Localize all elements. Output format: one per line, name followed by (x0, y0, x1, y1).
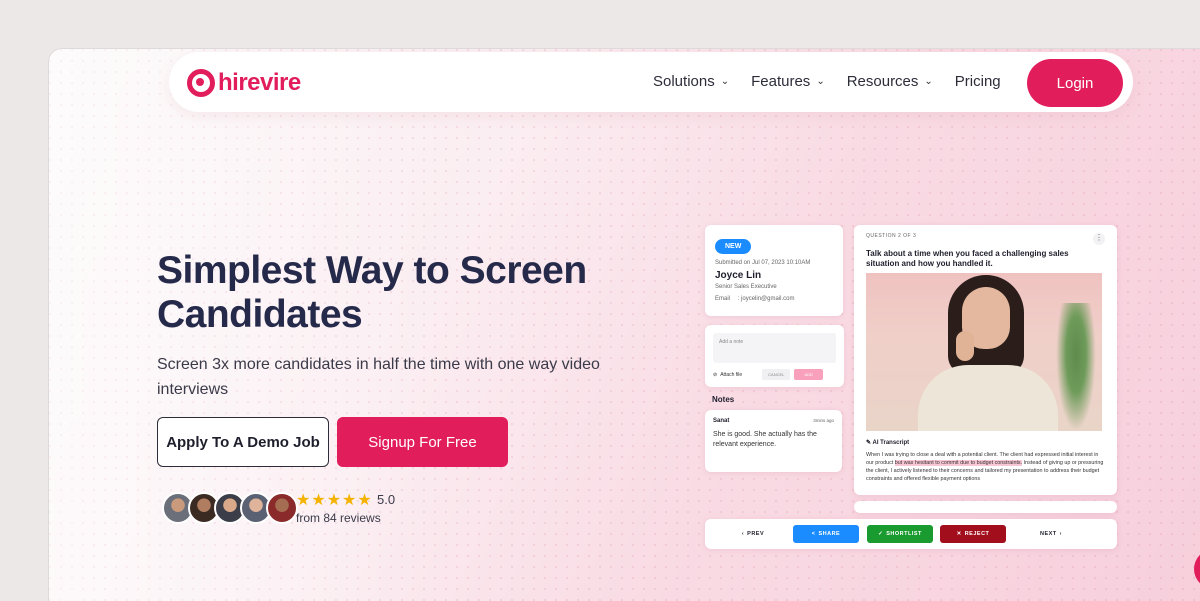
question-header: QUESTION 2 OF 3 ⋮ (866, 233, 1105, 245)
share-label: SHARE (818, 531, 841, 537)
note-text: She is good. She actually has the releva… (713, 431, 817, 448)
candidate-email: Email : joycelin@gmail.com (715, 296, 795, 302)
add-note-card: Add a note ⊘ Attach file CANCEL ADD (705, 325, 844, 387)
nav-menu: Solutions ⌄ Features ⌄ Resources ⌄ Prici… (653, 73, 1023, 90)
shortlist-button[interactable]: ✓ SHORTLIST (867, 525, 933, 543)
check-icon: ✓ (878, 531, 884, 537)
note-time: 3mins ago (813, 418, 834, 423)
nav-label: Features (751, 73, 811, 90)
nav-label: Resources (846, 73, 919, 90)
next-label: NEXT (1039, 531, 1057, 537)
chevron-right-icon: › (1059, 531, 1062, 537)
ai-transcript-text: When I was trying to close a deal with a… (866, 451, 1105, 483)
email-label: Email (715, 296, 731, 302)
submitted-date: Submitted on Jul 07, 2023 10:10AM (715, 260, 811, 266)
candidate-video[interactable] (866, 273, 1102, 431)
notes-heading: Notes (712, 395, 735, 404)
hero-subtext: Screen 3x more candidates in half the ti… (157, 356, 600, 398)
note-author: Sanat (713, 418, 730, 424)
review-count: from 84 reviews (296, 511, 381, 525)
question-text: Talk about a time when you faced a chall… (866, 249, 1069, 268)
chevron-left-icon: ‹ (741, 531, 745, 537)
new-badge: NEW (715, 239, 752, 254)
attach-file-link[interactable]: Attach file (720, 372, 742, 378)
hirevire-logo-icon (187, 69, 215, 97)
page-frame: hirevire Solutions ⌄ Features ⌄ Resource… (48, 48, 1200, 601)
avatar (266, 492, 298, 524)
magic-wand-icon: ✎ (866, 440, 872, 446)
hero-headline: Simplest Way to Screen Candidates (157, 249, 587, 336)
ai-transcript-label: AI Transcript (872, 440, 910, 446)
nav-item-solutions[interactable]: Solutions ⌄ (653, 73, 729, 90)
top-nav: hirevire Solutions ⌄ Features ⌄ Resource… (169, 52, 1133, 112)
ai-transcript-heading: ✎ AI Transcript (866, 439, 1105, 446)
video-plant (1056, 303, 1096, 431)
share-button[interactable]: < SHARE (793, 525, 859, 543)
chat-widget-button[interactable] (1194, 549, 1200, 589)
chevron-down-icon: ⌄ (816, 76, 825, 87)
video-person-body (918, 365, 1058, 431)
brand-name: hirevire (218, 69, 301, 96)
nav-label: Pricing (954, 73, 1001, 90)
nav-label: Solutions (653, 73, 715, 90)
nav-item-resources[interactable]: Resources ⌄ (847, 73, 933, 90)
candidate-card: NEW Submitted on Jul 07, 2023 10:10AM Jo… (705, 225, 843, 316)
card-underlay (854, 501, 1117, 513)
chevron-down-icon: ⌄ (720, 76, 730, 87)
video-person-hand (956, 331, 974, 361)
shortlist-label: SHORTLIST (886, 531, 922, 537)
video-answer-card: QUESTION 2 OF 3 ⋮ Talk about a time when… (854, 225, 1117, 495)
transcript-highlight: but was hesitant to commit due to budget… (894, 460, 1023, 466)
paperclip-icon: ⊘ (713, 371, 718, 378)
prev-button[interactable]: ‹ PREV (733, 525, 773, 543)
nav-item-features[interactable]: Features ⌄ (751, 73, 825, 90)
candidate-name: Joyce Lin (715, 270, 762, 281)
next-button[interactable]: NEXT › (1031, 525, 1071, 543)
chevron-down-icon: ⌄ (924, 76, 933, 87)
note-item: Sanat 3mins ago She is good. She actuall… (705, 410, 842, 472)
signup-button[interactable]: Signup For Free (337, 417, 508, 467)
email-value: joycelin@gmail.com (741, 296, 795, 302)
add-note-button[interactable]: ADD (794, 369, 823, 380)
cancel-note-button[interactable]: CANCEL (762, 369, 791, 380)
question-counter: QUESTION 2 OF 3 (866, 233, 917, 239)
login-button[interactable]: Login (1027, 59, 1123, 107)
reject-button[interactable]: ✕ REJECT (940, 525, 1006, 543)
candidate-role: Senior Sales Executive (715, 284, 777, 290)
apply-demo-job-button[interactable]: Apply To A Demo Job (157, 417, 329, 467)
reject-label: REJECT (964, 531, 990, 537)
note-actions: ⊘ Attach file CANCEL ADD (713, 369, 836, 380)
review-action-bar: ‹ PREV < SHARE ✓ SHORTLIST ✕ REJECT NEXT… (705, 519, 1117, 549)
more-options-icon[interactable]: ⋮ (1093, 233, 1105, 245)
note-input[interactable]: Add a note (713, 333, 836, 363)
brand-logo[interactable]: hirevire (187, 69, 301, 97)
rating-stars-icon: ★★★★★ (296, 492, 373, 509)
note-header: Sanat 3mins ago (713, 418, 834, 424)
share-icon: < (811, 531, 816, 537)
rating-value: 5.0 (377, 492, 396, 507)
prev-label: PREV (747, 531, 765, 537)
reviewer-avatars (162, 492, 298, 524)
x-icon: ✕ (956, 531, 962, 537)
nav-item-pricing[interactable]: Pricing (955, 73, 1001, 90)
